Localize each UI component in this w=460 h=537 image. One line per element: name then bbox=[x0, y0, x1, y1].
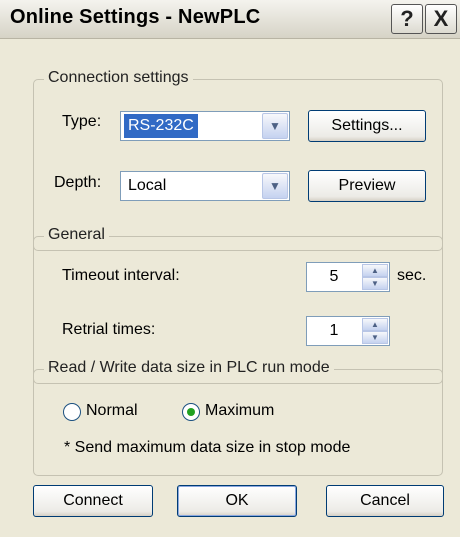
depth-select[interactable]: Local ▼ bbox=[120, 171, 290, 201]
retrial-times-label: Retrial times: bbox=[62, 321, 156, 338]
retrial-times-value[interactable]: 1 bbox=[307, 317, 361, 345]
read-write-size-legend: Read / Write data size in PLC run mode bbox=[44, 359, 334, 377]
settings-button[interactable]: Settings... bbox=[308, 110, 426, 142]
chevron-down-icon[interactable]: ▼ bbox=[262, 173, 288, 199]
window-title: Online Settings - NewPLC bbox=[10, 6, 261, 28]
general-legend: General bbox=[44, 226, 109, 244]
type-label: Type: bbox=[62, 113, 102, 130]
normal-radio-label[interactable]: Normal bbox=[86, 402, 138, 420]
connection-settings-legend: Connection settings bbox=[44, 69, 193, 87]
ok-button[interactable]: OK bbox=[177, 485, 297, 517]
title-bar: Online Settings - NewPLC ? X bbox=[0, 0, 460, 39]
depth-label: Depth: bbox=[54, 174, 102, 191]
timeout-interval-spinner[interactable]: 5 ▲ ▼ bbox=[306, 262, 390, 292]
normal-radio[interactable] bbox=[63, 403, 81, 421]
cancel-button[interactable]: Cancel bbox=[326, 485, 444, 517]
close-button[interactable]: X bbox=[425, 4, 457, 34]
timeout-unit-label: sec. bbox=[397, 267, 427, 284]
type-select-value: RS-232C bbox=[124, 114, 198, 138]
retrial-times-spinner[interactable]: 1 ▲ ▼ bbox=[306, 316, 390, 346]
dialog-body: Connection settings Type: RS-232C ▼ Sett… bbox=[0, 39, 460, 537]
timeout-interval-label: Timeout interval: bbox=[62, 267, 180, 284]
read-write-size-group: Read / Write data size in PLC run mode N… bbox=[33, 359, 443, 476]
help-button[interactable]: ? bbox=[391, 4, 423, 34]
help-icon: ? bbox=[400, 6, 414, 31]
spin-down-icon[interactable]: ▼ bbox=[362, 277, 388, 290]
type-select[interactable]: RS-232C ▼ bbox=[120, 111, 290, 141]
connect-button[interactable]: Connect bbox=[33, 485, 153, 517]
spin-up-icon[interactable]: ▲ bbox=[362, 264, 388, 277]
preview-button[interactable]: Preview bbox=[308, 170, 426, 202]
close-icon: X bbox=[433, 6, 449, 31]
maximum-radio[interactable] bbox=[182, 403, 200, 421]
maximum-radio-label[interactable]: Maximum bbox=[205, 402, 274, 420]
radio-selected-dot bbox=[187, 408, 195, 416]
spin-down-icon[interactable]: ▼ bbox=[362, 331, 388, 344]
spin-up-icon[interactable]: ▲ bbox=[362, 318, 388, 331]
chevron-down-icon[interactable]: ▼ bbox=[262, 113, 288, 139]
depth-select-value: Local bbox=[128, 177, 167, 194]
stop-mode-note: * Send maximum data size in stop mode bbox=[64, 439, 351, 456]
timeout-interval-value[interactable]: 5 bbox=[307, 263, 361, 291]
